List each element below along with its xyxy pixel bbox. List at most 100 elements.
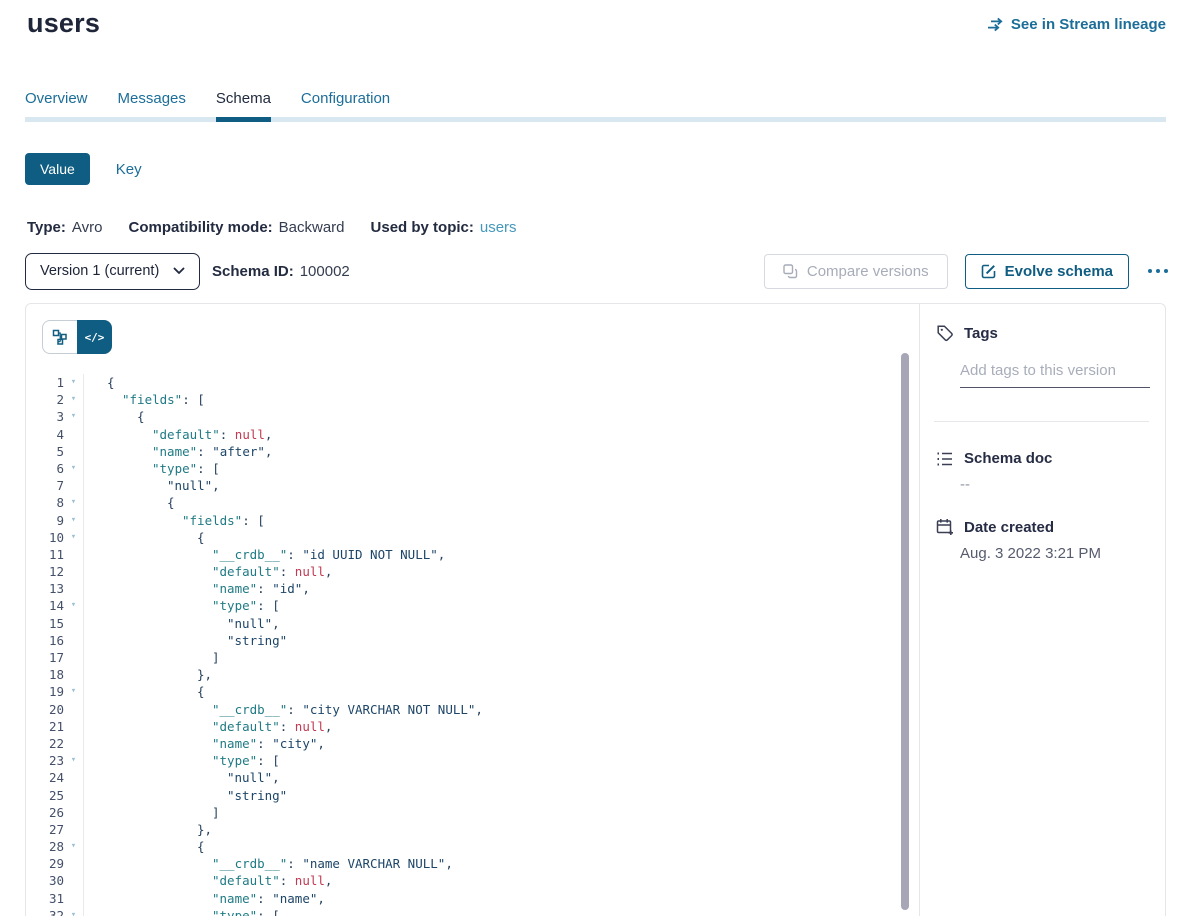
code-line: 25 "string"	[26, 787, 905, 804]
code-line: 18},	[26, 666, 905, 683]
fold-toggle-icon	[64, 735, 83, 752]
fold-toggle-icon[interactable]: ▾	[64, 752, 83, 769]
fold-toggle-icon	[64, 426, 83, 443]
tree-view-button[interactable]	[42, 320, 77, 354]
fold-toggle-icon[interactable]: ▾	[64, 408, 83, 425]
edit-square-icon	[981, 264, 996, 279]
editor-scrollbar[interactable]	[901, 353, 909, 910]
line-number: 7	[26, 477, 64, 494]
tab-track	[25, 117, 1166, 122]
version-select[interactable]: Version 1 (current)	[25, 253, 200, 290]
code-text: ]	[84, 649, 220, 666]
compare-versions-button[interactable]: Compare versions	[764, 254, 948, 289]
tab-messages[interactable]: Messages	[118, 90, 186, 115]
fold-toggle-icon	[64, 821, 83, 838]
code-text: "default": null,	[84, 426, 272, 443]
editor-view-toggle: </>	[42, 320, 112, 354]
line-number: 28	[26, 838, 64, 855]
line-number: 24	[26, 769, 64, 786]
line-number: 25	[26, 787, 64, 804]
stream-lineage-link[interactable]: See in Stream lineage	[987, 16, 1166, 33]
code-text: "__crdb__": "city VARCHAR NOT NULL",	[84, 701, 483, 718]
type-label: Type:	[27, 219, 66, 236]
code-line: 28▾{	[26, 838, 905, 855]
code-line: 6▾"type": [	[26, 460, 905, 477]
tab-configuration[interactable]: Configuration	[301, 90, 390, 115]
line-number: 12	[26, 563, 64, 580]
fold-toggle-icon	[64, 615, 83, 632]
schema-id-label: Schema ID:	[212, 263, 294, 280]
code-text: "string"	[84, 787, 287, 804]
schema-code-editor[interactable]: 1▾{2▾"fields": [3▾{4"default": null,5"na…	[26, 374, 905, 916]
code-text: "name": "name",	[84, 890, 325, 907]
fold-toggle-icon[interactable]: ▾	[64, 494, 83, 511]
fold-toggle-icon	[64, 666, 83, 683]
code-line: 30"default": null,	[26, 872, 905, 889]
code-text: "fields": [	[84, 391, 205, 408]
code-line: 32▾"type": [	[26, 907, 905, 916]
line-number: 26	[26, 804, 64, 821]
line-number: 10	[26, 529, 64, 546]
fold-toggle-icon[interactable]: ▾	[64, 529, 83, 546]
key-toggle-button[interactable]: Key	[116, 161, 142, 178]
fold-toggle-icon[interactable]: ▾	[64, 907, 83, 916]
chevron-down-icon	[173, 267, 185, 275]
tags-input[interactable]	[960, 358, 1150, 388]
fold-toggle-icon[interactable]: ▾	[64, 838, 83, 855]
code-text: },	[84, 666, 212, 683]
ellipsis-icon	[1148, 269, 1152, 273]
line-number: 17	[26, 649, 64, 666]
tab-bar: Overview Messages Schema Configuration	[25, 90, 1166, 122]
code-line: 31 "name": "name",	[26, 890, 905, 907]
line-number: 4	[26, 426, 64, 443]
tags-title: Tags	[964, 325, 998, 342]
topic-link[interactable]: users	[480, 219, 517, 236]
code-text: {	[84, 374, 115, 391]
line-number: 29	[26, 855, 64, 872]
code-line: 4 "default": null,	[26, 426, 905, 443]
code-text: },	[84, 821, 212, 838]
schema-doc-value: --	[960, 476, 970, 493]
code-line: 11"__crdb__": "id UUID NOT NULL",	[26, 546, 905, 563]
line-number: 19	[26, 683, 64, 700]
fold-toggle-icon[interactable]: ▾	[64, 460, 83, 477]
line-number: 14	[26, 597, 64, 614]
compatibility-value: Backward	[279, 219, 345, 236]
fold-toggle-icon[interactable]: ▾	[64, 597, 83, 614]
code-text: {	[84, 408, 145, 425]
date-created-title: Date created	[964, 519, 1054, 536]
fold-toggle-icon[interactable]: ▾	[64, 391, 83, 408]
schema-id-value: 100002	[300, 263, 350, 280]
fold-toggle-icon[interactable]: ▾	[64, 374, 83, 391]
more-options-button[interactable]	[1146, 265, 1170, 277]
value-toggle-button[interactable]: Value	[25, 153, 90, 185]
tab-overview[interactable]: Overview	[25, 90, 88, 115]
fold-toggle-icon	[64, 632, 83, 649]
code-text: "name": "city",	[84, 735, 325, 752]
line-number: 31	[26, 890, 64, 907]
fold-toggle-icon[interactable]: ▾	[64, 512, 83, 529]
compare-versions-icon	[783, 264, 798, 279]
code-text: "type": [	[84, 597, 280, 614]
fold-toggle-icon	[64, 477, 83, 494]
type-value: Avro	[72, 219, 103, 236]
tab-schema[interactable]: Schema	[216, 90, 271, 115]
calendar-plus-icon	[936, 518, 954, 536]
sidebar-divider	[934, 421, 1149, 422]
code-line: 2▾"fields": [	[26, 391, 905, 408]
fold-toggle-icon	[64, 443, 83, 460]
fold-toggle-icon	[64, 769, 83, 786]
schema-doc-title: Schema doc	[964, 450, 1052, 467]
fold-toggle-icon[interactable]: ▾	[64, 683, 83, 700]
code-text: "fields": [	[84, 512, 265, 529]
code-view-button[interactable]: </>	[77, 320, 112, 354]
code-line: 13"name": "id",	[26, 580, 905, 597]
code-text: {	[84, 494, 175, 511]
compatibility-label: Compatibility mode:	[128, 219, 272, 236]
code-text: "default": null,	[84, 718, 332, 735]
code-view-icon: </>	[85, 331, 105, 344]
code-text: {	[84, 838, 205, 855]
line-number: 1	[26, 374, 64, 391]
code-line: 19▾{	[26, 683, 905, 700]
evolve-schema-button[interactable]: Evolve schema	[965, 254, 1129, 289]
